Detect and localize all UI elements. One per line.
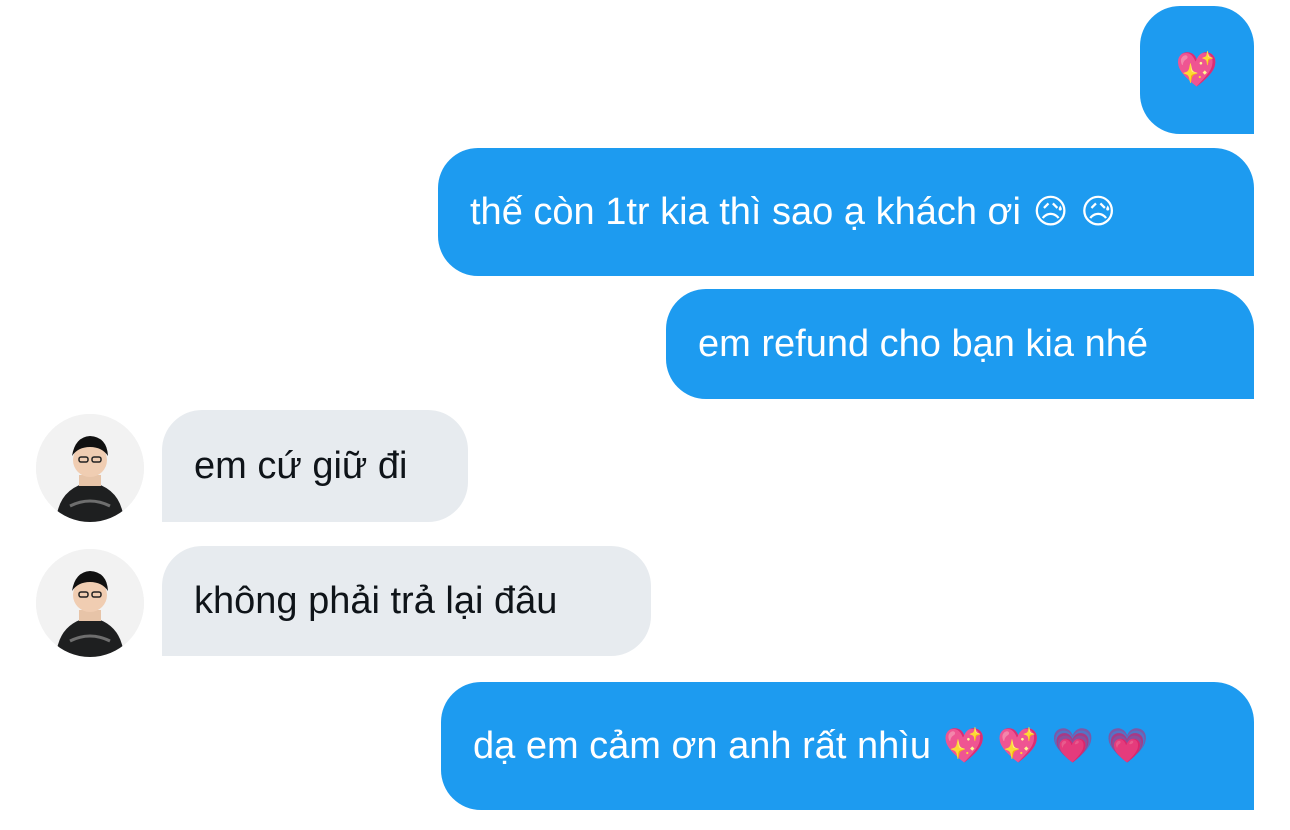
sad-face-icon: 😥 <box>1032 192 1069 232</box>
message-text: thế còn 1tr kia thì sao ạ khách ơi <box>470 191 1021 233</box>
message-text: dạ em cảm ơn anh rất nhìu <box>473 725 931 767</box>
sparkling-heart-icon: 💖 <box>942 726 986 766</box>
user-photo-icon <box>36 549 144 657</box>
growing-heart-icon: 💗 <box>1051 726 1094 766</box>
sent-message-4[interactable]: dạ em cảm ơn anh rất nhìu 💖 💖 💗 💗 <box>441 682 1254 810</box>
user-photo-icon <box>36 414 144 522</box>
avatar[interactable] <box>36 549 144 657</box>
chat-thread: 💖 thế còn 1tr kia thì sao ạ khách ơi 😥 😥… <box>0 0 1290 830</box>
sparkling-heart-icon: 💖 <box>997 726 1040 766</box>
avatar[interactable] <box>36 414 144 522</box>
received-message-2[interactable]: không phải trả lại đâu <box>162 546 651 656</box>
received-message-1[interactable]: em cứ giữ đi <box>162 410 468 522</box>
sad-face-icon: 😥 <box>1080 192 1116 232</box>
sent-message-2[interactable]: thế còn 1tr kia thì sao ạ khách ơi 😥 😥 <box>438 148 1254 276</box>
message-text: em refund cho bạn kia nhé <box>698 323 1148 365</box>
message-text: em cứ giữ đi <box>194 445 408 487</box>
message-text: không phải trả lại đâu <box>194 580 558 622</box>
growing-heart-icon: 💗 <box>1105 726 1149 766</box>
sparkling-heart-icon: 💖 <box>1175 50 1219 90</box>
sent-message-1[interactable]: 💖 <box>1140 6 1254 134</box>
sent-message-3[interactable]: em refund cho bạn kia nhé <box>666 289 1254 399</box>
